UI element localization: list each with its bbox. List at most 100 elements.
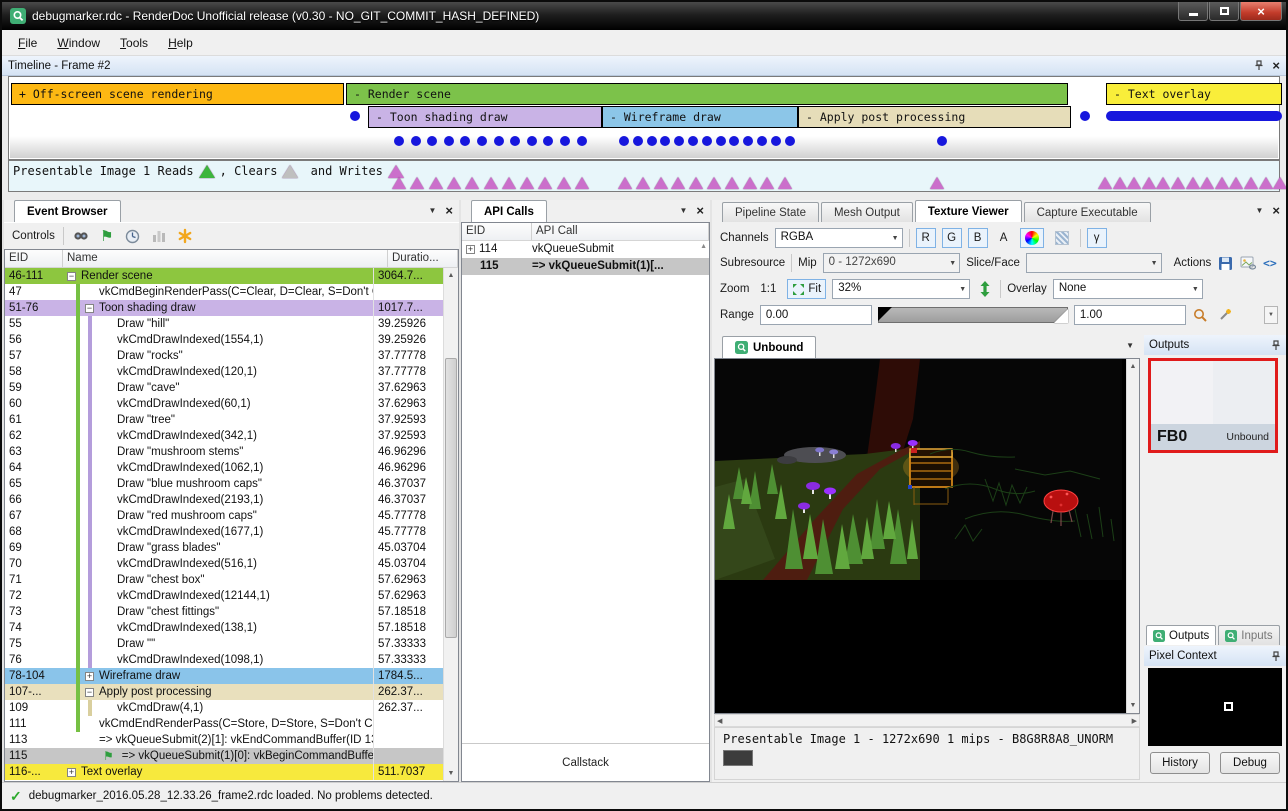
- write-marker-triangle[interactable]: [1215, 177, 1229, 189]
- event-row-61[interactable]: 61Draw "tree"37.92593: [5, 412, 443, 428]
- event-marker-dot[interactable]: [394, 136, 404, 146]
- write-marker-triangle[interactable]: [1229, 177, 1243, 189]
- channel-blue-toggle[interactable]: B: [968, 228, 988, 248]
- event-row-58[interactable]: 58vkCmdDrawIndexed(120,1)37.77778: [5, 364, 443, 380]
- column-duration[interactable]: Duratio...: [388, 250, 458, 267]
- timeline-panel-header[interactable]: Timeline - Frame #2 ×: [2, 56, 1286, 76]
- slice-face-select[interactable]: ▼: [1026, 253, 1162, 273]
- channel-green-toggle[interactable]: G: [942, 228, 962, 248]
- tab-pipeline-state[interactable]: Pipeline State: [722, 202, 819, 222]
- write-marker-triangle[interactable]: [760, 177, 774, 189]
- write-marker-triangle[interactable]: [429, 177, 443, 189]
- write-marker-triangle[interactable]: [1171, 177, 1185, 189]
- channels-select[interactable]: RGBA▼: [775, 228, 903, 248]
- mip-select[interactable]: 0 - 1272x690▼: [823, 253, 961, 273]
- range-spinner[interactable]: ▼: [1264, 306, 1278, 324]
- tab-outputs[interactable]: Outputs: [1146, 625, 1216, 645]
- close-button[interactable]: ×: [1240, 2, 1282, 21]
- tab-inputs[interactable]: Inputs: [1218, 625, 1279, 645]
- event-marker-dot[interactable]: [494, 136, 504, 146]
- menu-window[interactable]: Window: [47, 32, 110, 54]
- event-marker-dot[interactable]: [702, 136, 712, 146]
- chevron-down-icon[interactable]: ▼: [1255, 206, 1263, 215]
- event-row-55[interactable]: 55Draw "hill"39.25926: [5, 316, 443, 332]
- timeline-block-wireframe[interactable]: - Wireframe draw: [602, 106, 798, 128]
- expand-icon[interactable]: +: [85, 672, 94, 681]
- event-marker-dot[interactable]: [527, 136, 537, 146]
- goto-resource-button[interactable]: <>: [1262, 254, 1278, 272]
- write-marker-triangle[interactable]: [392, 177, 406, 189]
- event-row-67[interactable]: 67Draw "red mushroom caps"45.77778: [5, 508, 443, 524]
- write-marker-triangle[interactable]: [557, 177, 571, 189]
- scroll-right-icon[interactable]: ▶: [1132, 717, 1137, 725]
- event-marker-dot[interactable]: [674, 136, 684, 146]
- api-call-row-114[interactable]: +114vkQueueSubmit: [462, 241, 709, 258]
- event-row-69[interactable]: 69Draw "grass blades"45.03704: [5, 540, 443, 556]
- scroll-up-icon[interactable]: ▲: [444, 268, 458, 283]
- chevron-down-icon[interactable]: ▼: [428, 206, 436, 215]
- event-marker-dot[interactable]: [560, 136, 570, 146]
- range-black-handle[interactable]: [878, 307, 892, 321]
- write-marker-triangle[interactable]: [1142, 177, 1156, 189]
- column-api-call[interactable]: API Call: [532, 223, 709, 240]
- pin-icon[interactable]: [1271, 340, 1281, 351]
- zoom-range-button[interactable]: [1192, 306, 1210, 324]
- menu-help[interactable]: Help: [158, 32, 203, 54]
- menu-tools[interactable]: Tools: [110, 32, 158, 54]
- find-event-button[interactable]: [72, 227, 90, 245]
- bookmark-button[interactable]: [176, 227, 194, 245]
- event-marker-dot[interactable]: [729, 136, 739, 146]
- gamma-toggle[interactable]: γ: [1087, 228, 1107, 248]
- event-marker-dot[interactable]: [460, 136, 470, 146]
- write-marker-triangle[interactable]: [538, 177, 552, 189]
- alpha-checker-toggle[interactable]: [1050, 228, 1074, 248]
- event-marker-dot[interactable]: [757, 136, 767, 146]
- event-row-66[interactable]: 66vkCmdDrawIndexed(2193,1)46.37037: [5, 492, 443, 508]
- close-panel-icon[interactable]: ×: [1272, 204, 1280, 217]
- event-browser-scrollbar[interactable]: ▲ ▼: [443, 268, 458, 781]
- tab-event-browser[interactable]: Event Browser: [14, 200, 121, 222]
- event-row-76[interactable]: 76vkCmdDrawIndexed(1098,1)57.33333: [5, 652, 443, 668]
- event-marker-dot[interactable]: [427, 136, 437, 146]
- zoom-1to1-button[interactable]: 1:1: [755, 279, 781, 299]
- column-name[interactable]: Name: [63, 250, 388, 267]
- expand-icon[interactable]: +: [67, 768, 76, 777]
- event-marker-dot[interactable]: [633, 136, 643, 146]
- stats-button[interactable]: [150, 227, 168, 245]
- event-row-60[interactable]: 60vkCmdDrawIndexed(60,1)37.62963: [5, 396, 443, 412]
- event-marker-dot[interactable]: [577, 136, 587, 146]
- write-marker-triangle[interactable]: [520, 177, 534, 189]
- event-marker-dot[interactable]: [647, 136, 657, 146]
- event-row-57[interactable]: 57Draw "rocks"37.77778: [5, 348, 443, 364]
- history-button[interactable]: History: [1150, 752, 1210, 774]
- save-texture-button[interactable]: [1217, 254, 1233, 272]
- range-max-input[interactable]: 1.00: [1074, 305, 1186, 325]
- timeline-block-postprocess[interactable]: - Apply post processing: [798, 106, 1071, 128]
- event-row-63[interactable]: 63Draw "mushroom stems"46.96296: [5, 444, 443, 460]
- write-marker-triangle[interactable]: [502, 177, 516, 189]
- event-row-109[interactable]: 109vkCmdDraw(4,1)262.37...: [5, 700, 443, 716]
- flip-y-button[interactable]: [976, 280, 994, 298]
- event-row-73[interactable]: 73Draw "chest fittings"57.18518: [5, 604, 443, 620]
- write-marker-triangle[interactable]: [1200, 177, 1214, 189]
- event-row-107-...[interactable]: 107-...−Apply post processing262.37...: [5, 684, 443, 700]
- autofit-wand-button[interactable]: [1216, 306, 1234, 324]
- event-row-51-76[interactable]: 51-76−Toon shading draw1017.7...: [5, 300, 443, 316]
- write-marker-triangle[interactable]: [575, 177, 589, 189]
- event-row-62[interactable]: 62vkCmdDrawIndexed(342,1)37.92593: [5, 428, 443, 444]
- jump-to-event-button[interactable]: ⚑: [98, 227, 116, 245]
- column-eid[interactable]: EID: [462, 223, 532, 240]
- event-row-65[interactable]: 65Draw "blue mushroom caps"46.37037: [5, 476, 443, 492]
- texture-viewport[interactable]: ▲ ▼: [714, 358, 1140, 714]
- timeline-block-text-overlay[interactable]: - Text overlay: [1106, 83, 1282, 105]
- event-row-74[interactable]: 74vkCmdDrawIndexed(138,1)57.18518: [5, 620, 443, 636]
- pixel-context-canvas[interactable]: [1148, 668, 1282, 746]
- write-marker-triangle[interactable]: [484, 177, 498, 189]
- event-row-113[interactable]: 113=> vkQueueSubmit(2)[1]: vkEndCommandB…: [5, 732, 443, 748]
- timeline-block-offscreen[interactable]: + Off-screen scene rendering: [11, 83, 344, 105]
- range-white-handle[interactable]: [1054, 309, 1068, 323]
- event-marker-dot[interactable]: [785, 136, 795, 146]
- scroll-down-icon[interactable]: ▼: [1127, 698, 1139, 713]
- write-marker-triangle[interactable]: [618, 177, 632, 189]
- write-marker-triangle[interactable]: [1273, 177, 1287, 189]
